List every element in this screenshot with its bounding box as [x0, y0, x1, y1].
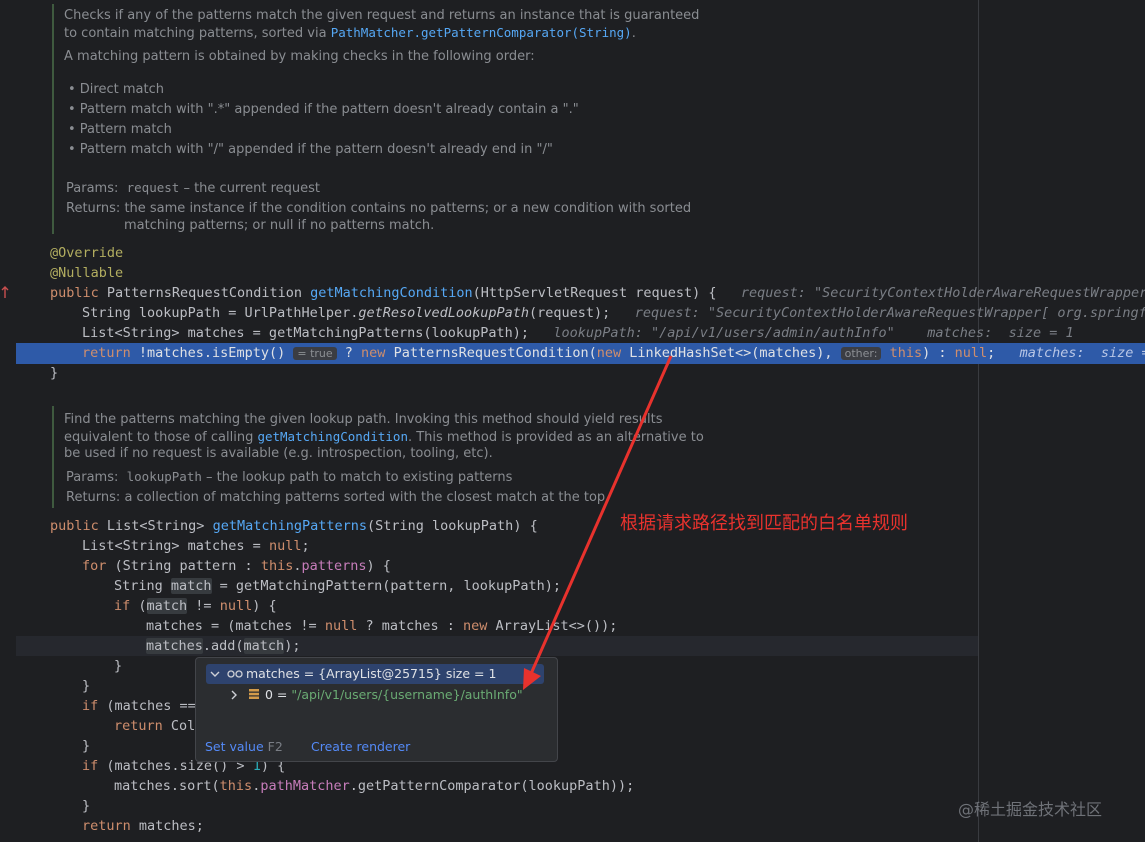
override-marker-icon[interactable]	[0, 286, 10, 300]
doc-text: Checks if any of the patterns match the …	[64, 8, 700, 23]
doc-text: A matching pattern is obtained by making…	[64, 49, 535, 64]
code-brace: }	[50, 365, 59, 381]
doc-params: Params: lookupPath – the lookup path to …	[66, 469, 513, 485]
watermark: @稀土掘金技术社区	[958, 800, 1103, 819]
annotation-text: 根据请求路径找到匹配的白名单规则	[620, 513, 908, 534]
debug-inline-value: lookupPath: "/api/v1/users/admin/authInf…	[553, 325, 1074, 341]
popup-variable-label: matches = {ArrayList@25715} size = 1	[246, 666, 497, 681]
method-name[interactable]: getMatchingPatterns	[213, 518, 367, 534]
code-line: for (String pattern : this.patterns) {	[82, 558, 391, 574]
debug-value-popup: matches = {ArrayList@25715} size = 1 0 =…	[195, 657, 558, 762]
doc-params: Params: request – the current request	[66, 180, 320, 196]
method-signature: public PatternsRequestCondition getMatch…	[50, 283, 1145, 303]
doc-returns: Returns: the same instance if the condit…	[66, 201, 692, 216]
code-line: return Col	[114, 718, 196, 734]
debug-inline-value: request: "SecurityContextHolderAwareRequ…	[740, 285, 1145, 301]
create-renderer-link[interactable]: Create renderer	[311, 739, 410, 754]
code-line: matches.sort(this.pathMatcher.getPattern…	[114, 778, 635, 794]
code-brace: }	[114, 658, 123, 674]
chevron-right-icon[interactable]	[230, 690, 238, 700]
doc-returns-cont: matching patterns; or null if no pattern…	[124, 218, 435, 233]
code-line: return matches;	[82, 818, 204, 834]
inlay-hint: = true	[293, 347, 337, 360]
hovered-variable[interactable]: matches	[146, 638, 203, 654]
javadoc-getMatchingCondition: Checks if any of the patterns match the …	[52, 4, 764, 234]
inlay-hint: other:	[840, 347, 882, 360]
code-brace: }	[82, 798, 91, 814]
array-element-icon	[249, 689, 259, 699]
doc-text: Find the patterns matching the given loo…	[64, 412, 663, 427]
watch-glasses-icon	[227, 670, 243, 678]
editor-gutter	[0, 0, 22, 842]
code-line: String lookupPath = UrlPathHelper.getRes…	[82, 303, 1145, 323]
debug-inline-value: request: "SecurityContextHolderAwareRequ…	[634, 305, 1145, 321]
method-signature: public List<String> getMatchingPatterns(…	[50, 518, 538, 534]
doc-bullet: • Pattern match with "/" appended if the…	[68, 142, 553, 157]
code-line: matches.add(match);	[146, 638, 301, 654]
set-value-link[interactable]: Set value F2	[205, 739, 283, 754]
code-line: List<String> matches = getMatchingPatter…	[82, 325, 1074, 341]
code-line: if (match != null) {	[114, 598, 277, 614]
doc-text: equivalent to those of calling getMatchi…	[64, 429, 704, 445]
code-line: if (matches ==	[82, 698, 196, 714]
doc-text: to contain matching patterns, sorted via…	[64, 25, 636, 41]
right-margin-guide	[978, 0, 979, 842]
code-line: List<String> matches = null;	[82, 538, 310, 554]
annotation-nullable: @Nullable	[50, 265, 124, 281]
javadoc-getMatchingPatterns: Find the patterns matching the given loo…	[52, 406, 764, 508]
doc-bullet: • Pattern match	[68, 122, 172, 137]
doc-link-pathmatcher[interactable]: PathMatcher.getPatternComparator(String)	[331, 25, 632, 40]
method-name[interactable]: getMatchingCondition	[310, 285, 473, 301]
code-line-executing: return !matches.isEmpty() = true ? new P…	[82, 343, 1145, 363]
code-line: String match = getMatchingPattern(patter…	[114, 578, 562, 594]
doc-text: be used if no request is available (e.g.…	[64, 446, 493, 461]
doc-link-getmatchingcondition[interactable]: getMatchingCondition	[257, 429, 408, 444]
doc-returns: Returns: a collection of matching patter…	[66, 490, 606, 505]
debug-inline-value: matches: size = 1	[1019, 345, 1145, 361]
code-brace: }	[82, 678, 91, 694]
code-line: matches = (matches != null ? matches : n…	[146, 618, 618, 634]
popup-element-row[interactable]: 0 = "/api/v1/users/{username}/authInfo"	[265, 687, 523, 702]
doc-bullet: • Pattern match with ".*" appended if th…	[68, 102, 579, 117]
code-brace: }	[82, 738, 91, 754]
annotation-override: @Override	[50, 245, 124, 261]
doc-bullet: • Direct match	[68, 82, 164, 97]
chevron-down-icon[interactable]	[210, 669, 220, 679]
